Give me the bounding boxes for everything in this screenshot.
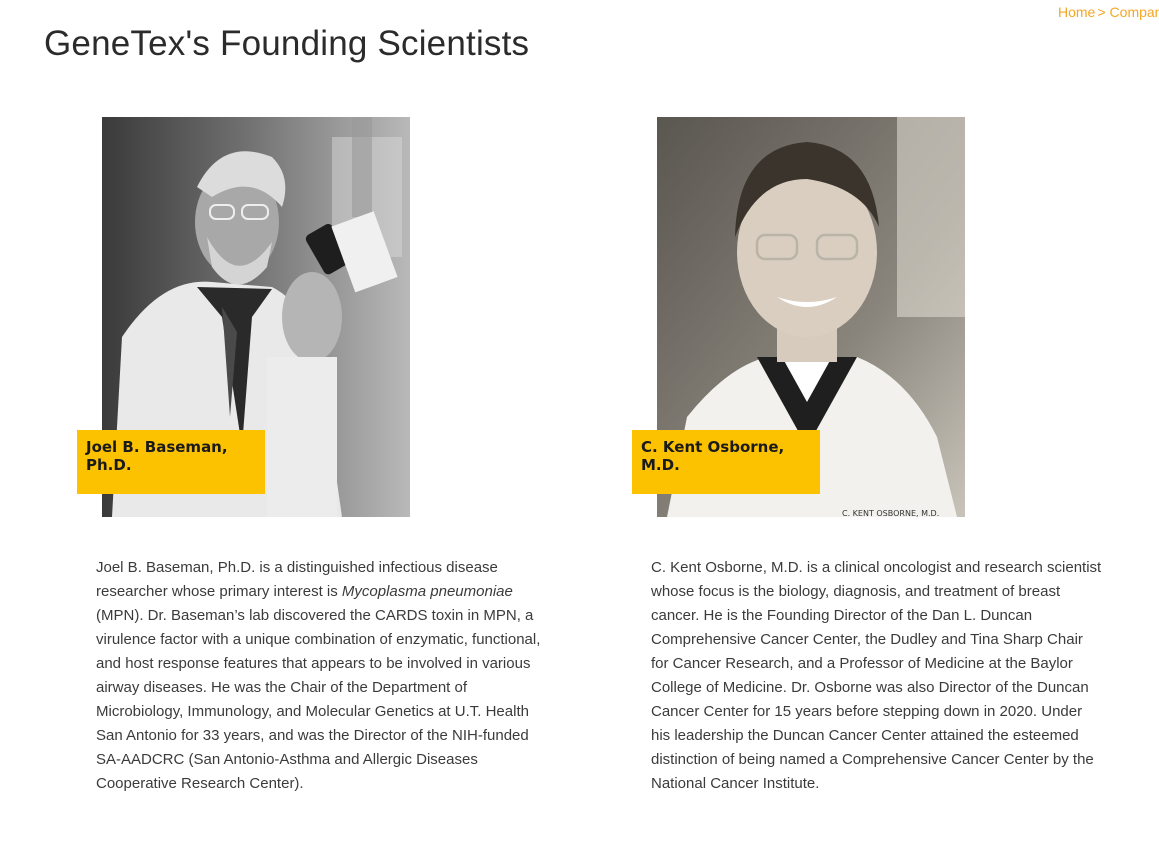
coat-label: C. KENT OSBORNE, M.D. <box>842 509 939 517</box>
scientist-name-tag: C. Kent Osborne, M.D. <box>632 430 820 494</box>
bio-italic-term: Mycoplasma pneumoniae <box>341 583 513 600</box>
breadcrumb-home-link[interactable]: Home <box>1058 4 1095 20</box>
breadcrumb: Home>Company <box>1058 4 1159 22</box>
scientist-bio-baseman: Joel B. Baseman, Ph.D. is a distinguishe… <box>96 556 548 796</box>
breadcrumb-separator: > <box>1097 4 1106 20</box>
bio-text: (MPN). Dr. Baseman’s lab discovered the … <box>96 607 541 792</box>
breadcrumb-company-link[interactable]: Company <box>1110 4 1159 20</box>
scientist-bio-osborne: C. Kent Osborne, M.D. is a clinical onco… <box>651 559 1102 792</box>
scientist-name-tag: Joel B. Baseman, Ph.D. <box>77 430 265 494</box>
page-title: GeneTex's Founding Scientists <box>44 24 530 63</box>
